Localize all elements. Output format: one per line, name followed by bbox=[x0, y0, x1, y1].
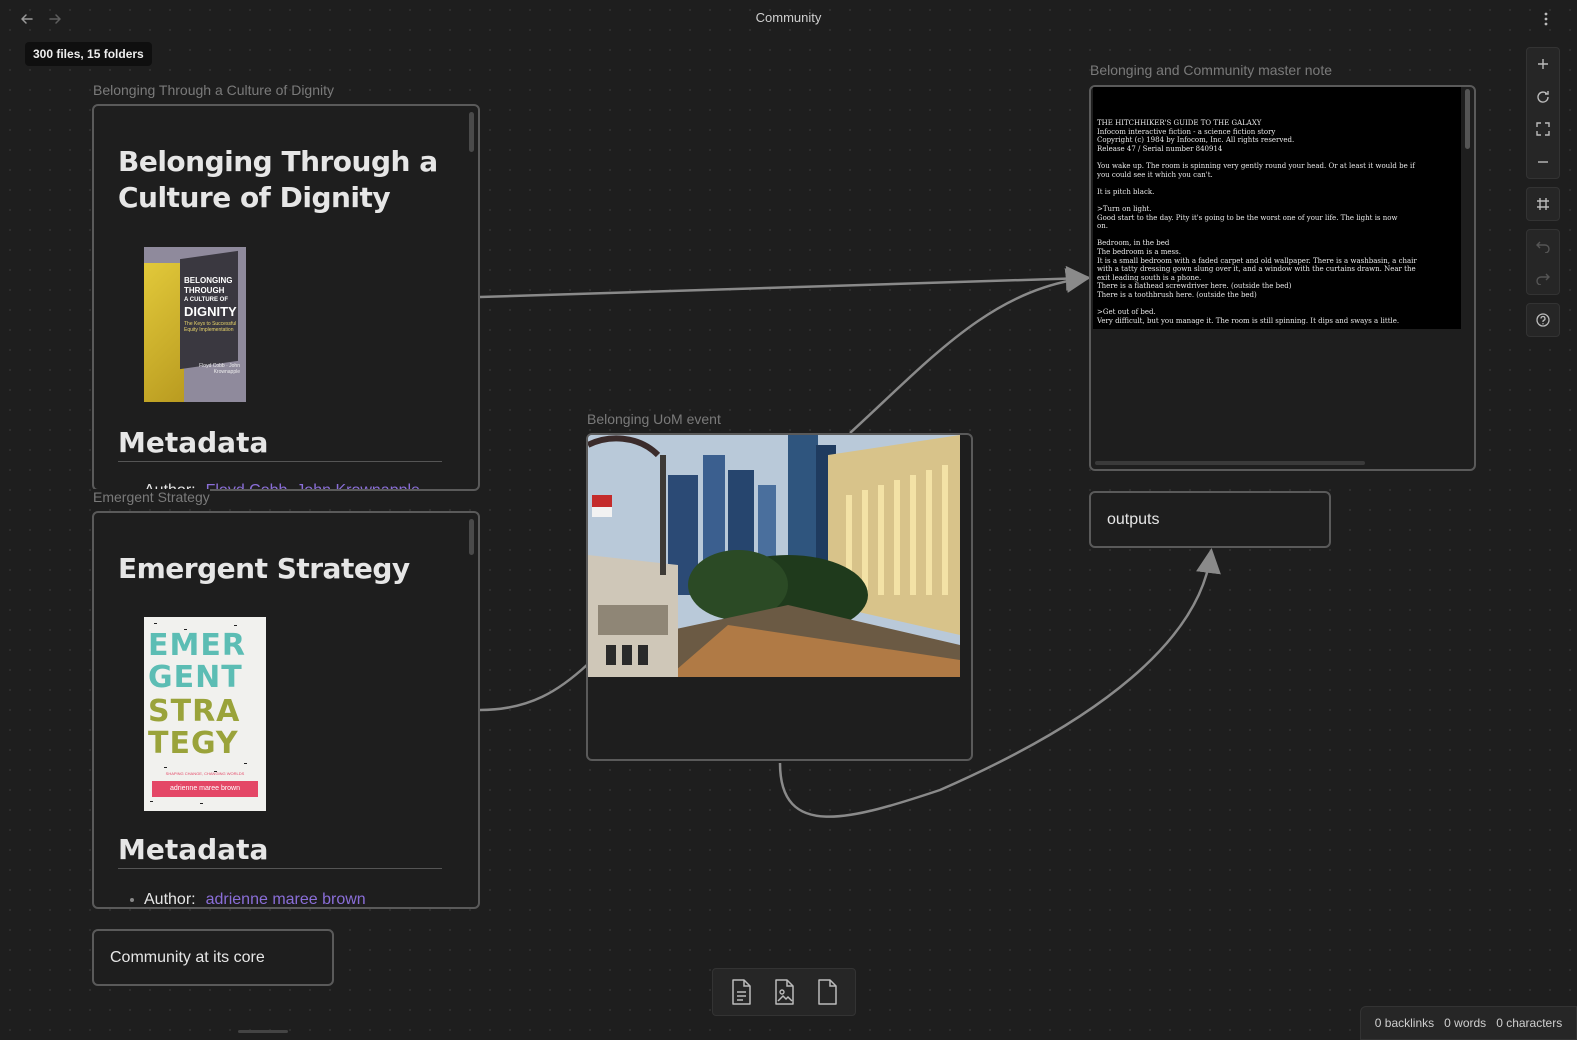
scrollbar[interactable] bbox=[469, 519, 474, 555]
note-card-dignity[interactable]: Belonging Through a Culture of Dignity B… bbox=[92, 104, 480, 491]
redo-icon bbox=[1536, 273, 1550, 285]
node-label-emergent: Emergent Strategy bbox=[93, 489, 210, 505]
add-card-button[interactable] bbox=[810, 975, 844, 1009]
add-note-button[interactable] bbox=[724, 975, 758, 1009]
help-controls bbox=[1526, 303, 1560, 337]
horizontal-scroll-indicator[interactable] bbox=[238, 1030, 288, 1033]
node-label-uom: Belonging UoM event bbox=[587, 411, 721, 427]
backlinks-count[interactable]: 0 backlinks bbox=[1375, 1016, 1434, 1030]
media-card-uom[interactable] bbox=[586, 433, 973, 761]
snap-to-grid-button[interactable] bbox=[1526, 188, 1560, 220]
note-heading: Emergent Strategy bbox=[118, 552, 410, 585]
minus-icon bbox=[1538, 161, 1548, 163]
node-label-dignity: Belonging Through a Culture of Dignity bbox=[93, 82, 335, 98]
redo-button[interactable] bbox=[1526, 262, 1560, 294]
edge-dignity-to-master bbox=[479, 265, 1091, 299]
edge-emergent-to-uom bbox=[479, 663, 589, 712]
zoom-to-fit-button[interactable] bbox=[1526, 113, 1560, 146]
event-photo bbox=[588, 435, 960, 677]
note-card-emergent[interactable]: Emergent Strategy EMER GENT STRA TEGY ad… bbox=[92, 511, 480, 909]
reset-zoom-button[interactable] bbox=[1526, 81, 1560, 114]
web-card-master[interactable]: THE HITCHHIKER'S GUIDE TO THE GALAXY Inf… bbox=[1089, 85, 1476, 471]
metadata-heading: Metadata bbox=[118, 426, 442, 462]
node-label-master: Belonging and Community master note bbox=[1090, 62, 1333, 78]
status-bar: 0 backlinks 0 words 0 characters bbox=[1360, 1006, 1577, 1040]
plus-icon bbox=[1538, 59, 1548, 70]
help-button[interactable] bbox=[1526, 304, 1560, 336]
add-media-button[interactable] bbox=[767, 975, 801, 1009]
zoom-controls bbox=[1526, 47, 1560, 179]
horizontal-scrollbar[interactable] bbox=[1095, 461, 1365, 465]
undo-icon bbox=[1536, 241, 1550, 253]
text-card-outputs[interactable]: outputs bbox=[1089, 491, 1331, 548]
author-link[interactable]: adrienne maree brown bbox=[206, 891, 366, 907]
edge-uom-to-master bbox=[849, 268, 1091, 434]
grid-controls bbox=[1526, 187, 1560, 221]
zoom-in-button[interactable] bbox=[1526, 48, 1560, 81]
file-text-icon bbox=[731, 979, 751, 1005]
metadata-author: Author: adrienne maree brown bbox=[130, 891, 366, 907]
hash-icon bbox=[1537, 198, 1549, 210]
fullscreen-icon bbox=[1536, 122, 1550, 136]
character-count: 0 characters bbox=[1496, 1016, 1563, 1030]
file-icon bbox=[818, 979, 838, 1005]
book-cover-dignity: BELONGING THROUGH A CULTURE OF DIGNITY T… bbox=[144, 247, 246, 402]
author-link[interactable]: Floyd Cobb, John Krownapple bbox=[206, 482, 420, 489]
history-controls bbox=[1526, 229, 1560, 295]
help-icon bbox=[1536, 313, 1550, 327]
refresh-icon bbox=[1537, 90, 1549, 103]
scrollbar[interactable] bbox=[1465, 89, 1470, 149]
text-card-community-core[interactable]: Community at its core bbox=[92, 929, 334, 986]
zoom-out-button[interactable] bbox=[1526, 146, 1560, 179]
metadata-heading: Metadata bbox=[118, 833, 442, 869]
scrollbar[interactable] bbox=[469, 112, 474, 152]
undo-button[interactable] bbox=[1526, 230, 1560, 262]
embedded-terminal[interactable]: THE HITCHHIKER'S GUIDE TO THE GALAXY Inf… bbox=[1093, 87, 1461, 329]
book-cover-emergent: EMER GENT STRA TEGY adrienne maree brown… bbox=[144, 617, 266, 811]
add-card-toolbar bbox=[712, 968, 856, 1016]
note-heading: Belonging Through a Culture of Dignity bbox=[118, 145, 438, 214]
word-count: 0 words bbox=[1444, 1016, 1487, 1030]
file-image-icon bbox=[775, 979, 794, 1005]
